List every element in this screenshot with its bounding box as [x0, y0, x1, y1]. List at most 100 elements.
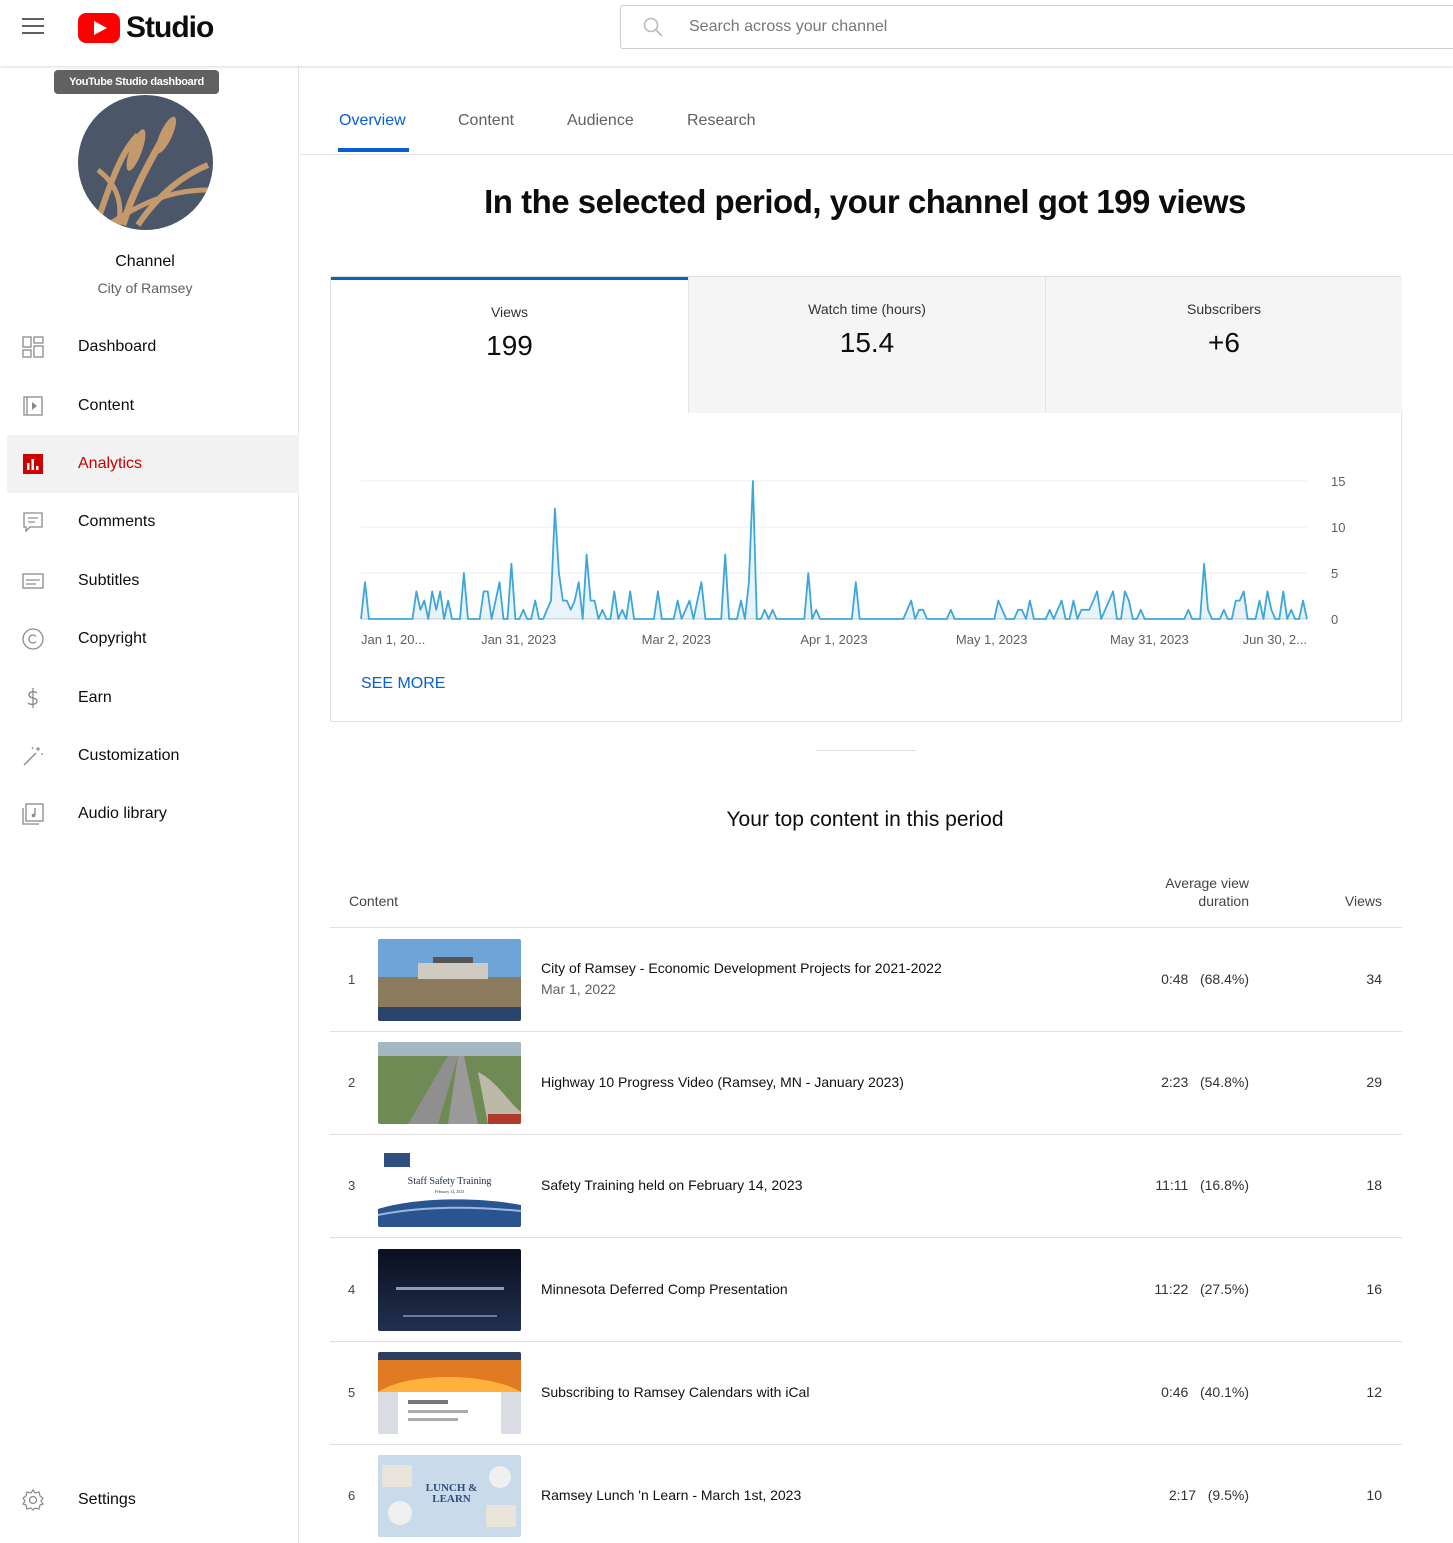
search-input[interactable]: Search across your channel	[689, 18, 887, 36]
avg-view-duration: 2:23 (54.8%)	[1161, 1074, 1249, 1090]
table-row[interactable]: 4 Minnesota Deferred Comp Presentation 1…	[330, 1239, 1402, 1342]
earn-icon	[27, 688, 38, 708]
header-avd-line1[interactable]: Average view	[1165, 875, 1249, 891]
x-tick-label: Jan 1, 20...	[361, 632, 425, 647]
video-title[interactable]: City of Ramsey - Economic Development Pr…	[541, 960, 942, 976]
sidebar-item-label: Settings	[78, 1491, 136, 1508]
cattail-logo-icon	[95, 116, 210, 228]
app-title: Studio	[126, 11, 214, 44]
row-rank: 5	[348, 1385, 356, 1400]
metric-subscribers[interactable]: Subscribers +6	[1045, 277, 1402, 413]
content-icon	[23, 396, 43, 416]
search-icon[interactable]	[643, 17, 663, 37]
sidebar-item-analytics[interactable]: Analytics	[7, 435, 299, 493]
header-content: Content	[349, 893, 399, 909]
video-views: 18	[1366, 1177, 1382, 1193]
tab-overview[interactable]: Overview	[339, 112, 406, 130]
y-tick-label: 5	[1331, 566, 1338, 581]
overview-card: Views 199 Watch time (hours) 15.4 Subscr…	[330, 276, 1402, 722]
dashboard-tooltip: YouTube Studio dashboard	[54, 70, 219, 94]
series-line-views[interactable]	[360, 480, 1308, 620]
metric-value: +6	[1208, 327, 1240, 358]
menu-icon[interactable]	[22, 18, 44, 36]
sidebar-item-content[interactable]: Content	[7, 377, 299, 435]
video-views: 34	[1366, 971, 1382, 987]
x-tick-label: Jan 31, 2023	[481, 632, 556, 647]
sidebar-item-subtitles[interactable]: Subtitles	[7, 552, 299, 610]
table-row[interactable]: 5 Subscribing to Ramsey Calendars with i…	[330, 1342, 1402, 1445]
studio-logo[interactable]: Studio	[78, 10, 214, 46]
sidebar-item-copyright[interactable]: Copyright	[7, 610, 299, 668]
video-title[interactable]: Safety Training held on February 14, 202…	[541, 1177, 803, 1193]
active-tab-indicator	[338, 148, 409, 152]
sidebar-item-earn[interactable]: Earn	[7, 669, 299, 727]
analytics-icon	[23, 454, 43, 474]
avg-view-duration: 11:22 (27.5%)	[1154, 1281, 1249, 1297]
header-views[interactable]: Views	[1345, 893, 1382, 909]
channel-name: City of Ramsey	[97, 280, 193, 296]
metric-label: Views	[490, 304, 529, 320]
video-title[interactable]: Ramsey Lunch 'n Learn - March 1st, 2023	[541, 1487, 801, 1503]
metric-value: 199	[486, 330, 533, 361]
avg-view-duration: 11:11 (16.8%)	[1155, 1177, 1249, 1193]
header-avd-line2[interactable]: duration	[1198, 893, 1249, 909]
sidebar-item-settings[interactable]: Settings	[7, 1471, 299, 1529]
video-thumbnail[interactable]	[378, 1249, 521, 1331]
thumbnail-text: LUNCH & LEARN	[425, 1482, 478, 1505]
video-thumbnail[interactable]: LUNCH & LEARN	[378, 1455, 521, 1537]
video-title[interactable]: Highway 10 Progress Video (Ramsey, MN - …	[541, 1074, 904, 1090]
top-bar: Studio Search across your channel	[0, 0, 1453, 66]
video-thumbnail[interactable]: Staff Safety Training February 14, 2023	[378, 1145, 521, 1227]
metric-views[interactable]: Views 199	[331, 277, 688, 413]
metric-label: Watch time (hours)	[808, 301, 926, 317]
video-views: 12	[1366, 1384, 1382, 1400]
sidebar-item-label: Dashboard	[78, 338, 157, 355]
sidebar-item-dashboard[interactable]: Dashboard	[7, 318, 299, 376]
metric-value: 15.4	[839, 327, 895, 358]
avg-view-duration: 0:48 (68.4%)	[1161, 971, 1249, 987]
row-rank: 4	[348, 1282, 356, 1297]
video-title[interactable]: Subscribing to Ramsey Calendars with iCa…	[541, 1384, 809, 1400]
channel-avatar[interactable]	[78, 95, 213, 230]
tab-audience[interactable]: Audience	[567, 112, 634, 130]
x-tick-label: Mar 2, 2023	[642, 632, 711, 647]
row-rank: 6	[348, 1488, 356, 1503]
video-views: 16	[1366, 1281, 1382, 1297]
x-tick-label: Apr 1, 2023	[800, 632, 867, 647]
search-box[interactable]: Search across your channel	[620, 5, 1453, 49]
video-thumbnail[interactable]	[378, 1042, 521, 1124]
row-rank: 1	[348, 972, 356, 987]
table-row[interactable]: 2 Highway 10 Progress Video (Ramsey, MN …	[330, 1032, 1402, 1135]
sidebar-item-audio-library[interactable]: Audio library	[7, 785, 299, 843]
table-row[interactable]: 6 LUNCH & LEARN Ramsey Lunch 'n Learn - …	[330, 1445, 1402, 1543]
y-tick-label: 10	[1331, 520, 1345, 535]
metric-watch-time[interactable]: Watch time (hours) 15.4	[688, 277, 1045, 413]
table-row[interactable]: 3 Staff Safety Training February 14, 202…	[330, 1135, 1402, 1238]
sidebar: YouTube Studio dashboard Channel City of…	[7, 66, 299, 1543]
video-title[interactable]: Minnesota Deferred Comp Presentation	[541, 1281, 788, 1297]
page-headline: In the selected period, your channel got…	[484, 183, 1246, 220]
sidebar-item-label: Customization	[78, 747, 180, 764]
video-thumbnail[interactable]	[378, 1352, 521, 1434]
sidebar-item-label: Audio library	[78, 805, 167, 822]
video-thumbnail[interactable]	[378, 939, 521, 1021]
video-date: Mar 1, 2022	[541, 981, 616, 997]
sidebar-item-label: Content	[78, 397, 135, 414]
metric-label: Subscribers	[1187, 301, 1261, 317]
see-more-link[interactable]: SEE MORE	[361, 675, 445, 693]
sidebar-item-customization[interactable]: Customization	[7, 727, 299, 785]
sidebar-item-label: Earn	[78, 689, 112, 706]
youtube-logo-icon	[78, 13, 120, 43]
channel-title: Channel	[115, 253, 175, 270]
thumbnail-subtext: February 14, 2023	[434, 1189, 465, 1194]
y-tick-label: 0	[1331, 612, 1338, 627]
analytics-tabs: Overview Content Audience Research	[300, 66, 1453, 155]
sidebar-item-comments[interactable]: Comments	[7, 493, 299, 551]
row-rank: 3	[348, 1178, 356, 1193]
tab-content[interactable]: Content	[458, 112, 514, 130]
copyright-icon	[22, 628, 44, 650]
views-line-chart[interactable]: 0 5 10 15 Jan 1, 20... Jan 31, 2023 Mar 2, 202…	[331, 457, 1401, 647]
table-row[interactable]: 1 City of Ramsey - Economic Development …	[330, 929, 1402, 1032]
top-content-header: Content Average view duration Views	[330, 868, 1402, 928]
tab-research[interactable]: Research	[687, 112, 755, 130]
